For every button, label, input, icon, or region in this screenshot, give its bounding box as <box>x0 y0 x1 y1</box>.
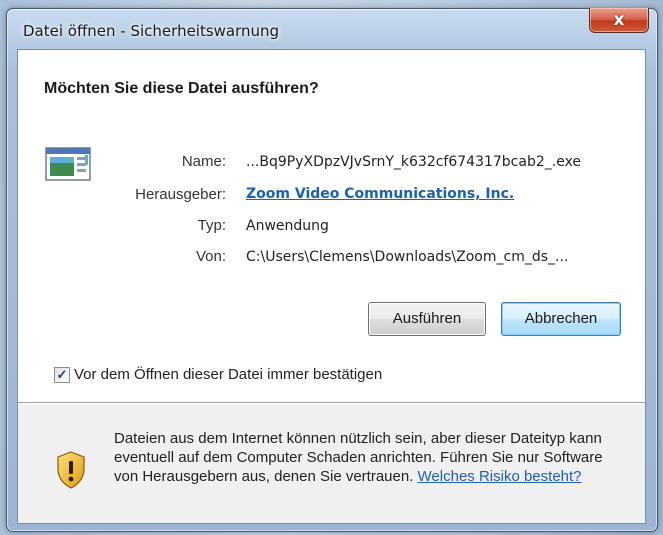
title-bar[interactable]: Datei öffnen - Sicherheitswarnung x <box>7 8 657 49</box>
warning-text: Dateien aus dem Internet können nützlich… <box>114 429 626 486</box>
always-confirm-label[interactable]: Vor dem Öffnen dieser Datei immer bestät… <box>74 366 382 383</box>
always-confirm-row[interactable]: ✓ Vor dem Öffnen dieser Datei immer best… <box>54 366 382 383</box>
risk-link[interactable]: Welches Risiko besteht? <box>418 468 582 485</box>
type-label: Typ: <box>197 217 226 234</box>
name-value: ...Bq9PyXDpzVJvSrnY_k632cf674317bcab2_.e… <box>246 154 582 170</box>
cancel-button[interactable]: Abbrechen <box>501 302 621 336</box>
close-button[interactable]: x <box>589 8 649 33</box>
run-button[interactable]: Ausführen <box>368 302 486 336</box>
dialog-content: Möchten Sie diese Datei ausführen? Name:… <box>17 49 646 524</box>
window-title: Datei öffnen - Sicherheitswarnung <box>23 22 280 40</box>
name-label: Name: <box>181 153 226 170</box>
publisher-link[interactable]: Zoom Video Communications, Inc. <box>246 186 514 202</box>
publisher-label: Herausgeber: <box>135 186 226 203</box>
type-value: Anwendung <box>246 218 329 234</box>
dialog-heading: Möchten Sie diese Datei ausführen? <box>44 80 319 97</box>
from-value: C:\Users\Clemens\Downloads\Zoom_cm_ds_..… <box>246 249 569 265</box>
security-warning-dialog: Datei öffnen - Sicherheitswarnung x Möch… <box>6 8 658 532</box>
publisher-value-wrap: Zoom Video Communications, Inc. <box>246 186 514 202</box>
always-confirm-checkbox[interactable]: ✓ <box>54 366 70 383</box>
checkmark-icon: ✓ <box>56 367 68 382</box>
warning-area: Dateien aus dem Internet können nützlich… <box>18 404 645 523</box>
from-label: Von: <box>195 248 226 265</box>
security-shield-icon <box>57 451 85 489</box>
close-icon: x <box>613 10 625 30</box>
